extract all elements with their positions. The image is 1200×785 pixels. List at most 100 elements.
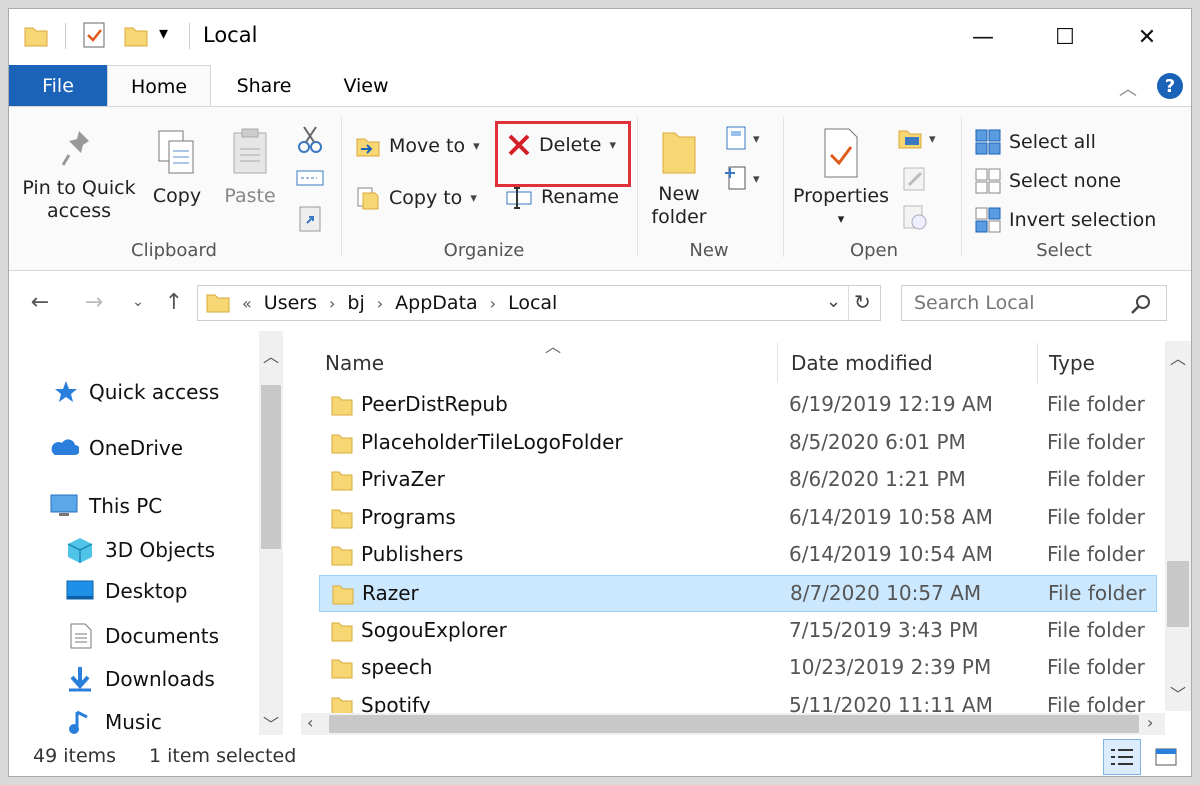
tab-share[interactable]: Share — [217, 65, 311, 107]
table-row[interactable]: SogouExplorer 7/15/2019 3:43 PM File folde… — [319, 613, 1157, 650]
table-row[interactable]: Publishers 6/14/2019 10:54 AM File folder — [319, 537, 1157, 574]
open-icon[interactable]: ▾ — [897, 125, 947, 153]
file-date: 8/6/2020 1:21 PM — [789, 467, 966, 492]
table-row[interactable]: PrivaZer 8/6/2020 1:21 PM File folder — [319, 462, 1157, 499]
scroll-thumb[interactable] — [261, 385, 281, 549]
scroll-up-arrow[interactable]: ︿ — [1170, 345, 1186, 369]
column-header-date[interactable]: Date modified — [791, 351, 933, 375]
nav-item-music[interactable]: Music — [65, 708, 162, 736]
maximize-button[interactable]: ☐ — [1025, 15, 1105, 59]
address-dropdown-icon[interactable]: ⌄ — [826, 291, 841, 312]
file-name: PeerDistRepub — [361, 392, 508, 416]
close-button[interactable]: ✕ — [1107, 15, 1187, 59]
copy-path-icon[interactable] — [295, 167, 325, 189]
tab-view[interactable]: View — [319, 65, 413, 107]
title-bar: ▾ Local — ☐ ✕ — [9, 9, 1191, 63]
scroll-left-arrow[interactable]: ‹ — [307, 713, 313, 732]
file-type: File folder — [1048, 581, 1146, 605]
breadcrumb-local[interactable]: Local — [508, 292, 557, 314]
paste-shortcut-icon[interactable] — [297, 203, 323, 233]
column-header-type[interactable]: Type — [1049, 351, 1095, 375]
address-bar-row: ← → ⌄ ↑ « Users › bj › AppData › Local ⌄… — [9, 277, 1191, 327]
new-folder-button[interactable]: New folder — [649, 127, 709, 229]
history-icon[interactable] — [901, 203, 929, 231]
breadcrumb-bj[interactable]: bj — [347, 292, 364, 314]
cut-icon[interactable] — [297, 125, 323, 155]
file-date: 6/14/2019 10:54 AM — [789, 542, 993, 567]
nav-item-desktop[interactable]: Desktop — [65, 579, 187, 603]
properties-button[interactable]: Properties ▾ — [791, 127, 891, 231]
new-folder-quick-icon[interactable] — [123, 23, 149, 49]
breadcrumb-users[interactable]: Users — [264, 292, 317, 314]
minimize-button[interactable]: — — [943, 15, 1023, 59]
up-button[interactable]: ↑ — [157, 287, 191, 317]
scroll-up-arrow[interactable]: ︿ — [263, 343, 279, 367]
table-row[interactable]: PlaceholderTileLogoFolder 8/5/2020 6:01 P… — [319, 425, 1157, 462]
paste-icon — [233, 128, 267, 174]
nav-item-this-pc[interactable]: This PC — [49, 493, 162, 519]
horizontal-scrollbar[interactable]: ‹ › — [301, 713, 1165, 735]
copy-button[interactable]: Copy — [145, 127, 209, 208]
column-header-name[interactable]: Name — [325, 351, 384, 375]
copy-to-button[interactable]: Copy to ▾ — [355, 185, 477, 211]
pin-to-quick-access-button[interactable]: Pin to Quick access — [19, 127, 139, 223]
scroll-thumb[interactable] — [329, 715, 1139, 733]
file-name: PlaceholderTileLogoFolder — [361, 429, 623, 454]
file-type: File folder — [1047, 392, 1145, 416]
file-list-scrollbar[interactable]: ︿ ﹀ — [1165, 341, 1191, 711]
nav-item-downloads[interactable]: Downloads — [65, 665, 215, 693]
item-count: 49 items — [33, 745, 117, 767]
edit-icon[interactable] — [901, 165, 929, 193]
move-to-button[interactable]: Move to ▾ — [355, 133, 480, 159]
breadcrumb-appdata[interactable]: AppData — [395, 292, 478, 314]
refresh-icon[interactable]: ↻ — [854, 290, 871, 314]
file-name: SogouExplorer — [361, 617, 507, 642]
nav-item-documents[interactable]: Documents — [65, 622, 219, 650]
nav-item-onedrive[interactable]: OneDrive — [49, 436, 183, 460]
move-to-icon — [356, 138, 380, 157]
search-icon — [1131, 295, 1150, 314]
address-bar[interactable]: « Users › bj › AppData › Local ⌄ ↻ — [197, 285, 881, 321]
select-all-button[interactable]: Select all — [975, 129, 1096, 155]
large-icons-view-icon — [1155, 748, 1177, 766]
scroll-right-arrow[interactable]: › — [1147, 713, 1153, 732]
back-button[interactable]: ← — [23, 287, 57, 317]
invert-selection-button[interactable]: Invert selection — [975, 207, 1156, 233]
nav-item-3d-objects[interactable]: 3D Objects — [65, 536, 215, 564]
properties-check-icon[interactable] — [81, 21, 107, 49]
delete-button[interactable]: Delete ▾ — [507, 133, 616, 157]
easy-access-icon[interactable]: ▾ — [723, 163, 767, 193]
tab-file[interactable]: File — [9, 65, 107, 107]
desktop-icon — [66, 580, 94, 600]
delete-x-icon — [508, 134, 530, 156]
help-icon[interactable]: ? — [1157, 73, 1183, 99]
new-item-icon[interactable]: ▾ — [723, 123, 767, 153]
select-none-button[interactable]: Select none — [975, 168, 1121, 194]
details-view-button[interactable] — [1103, 739, 1141, 775]
scroll-down-arrow[interactable]: ﹀ — [1170, 681, 1186, 705]
scroll-thumb[interactable] — [1167, 561, 1189, 627]
large-icons-view-button[interactable] — [1147, 739, 1185, 775]
cloud-icon — [51, 439, 79, 455]
paste-button[interactable]: Paste — [217, 127, 283, 208]
table-row[interactable]: Razer 8/7/2020 10:57 AM File folder — [319, 575, 1157, 612]
recent-locations-button[interactable]: ⌄ — [121, 287, 155, 317]
table-row[interactable]: speech 10/23/2019 2:39 PM File folder — [319, 650, 1157, 687]
search-input[interactable]: Search Local — [901, 285, 1167, 321]
file-type: File folder — [1047, 542, 1145, 567]
ribbon-tabs: File Home Share View ︿ ? — [9, 65, 1191, 107]
cube-3d-icon — [67, 538, 93, 563]
overflow-chevron[interactable]: « — [242, 294, 252, 313]
table-row[interactable]: Programs 6/14/2019 10:58 AM File folder — [319, 500, 1157, 537]
nav-item-quick-access[interactable]: Quick access — [53, 379, 219, 405]
collapse-ribbon-icon[interactable]: ︿ — [1119, 75, 1137, 101]
tab-home[interactable]: Home — [107, 65, 211, 107]
customize-toolbar-icon[interactable]: ▾ — [159, 23, 168, 44]
table-row[interactable]: PeerDistRepub 6/19/2019 12:19 AM File fold… — [319, 387, 1157, 424]
organize-group-label: Organize — [443, 240, 525, 261]
rename-button[interactable]: Rename — [505, 185, 619, 209]
forward-button[interactable]: → — [77, 287, 111, 317]
file-name: PrivaZer — [361, 467, 445, 492]
scroll-down-arrow[interactable]: ﹀ — [263, 711, 279, 735]
nav-scrollbar[interactable]: ︿ ﹀ — [259, 331, 283, 735]
